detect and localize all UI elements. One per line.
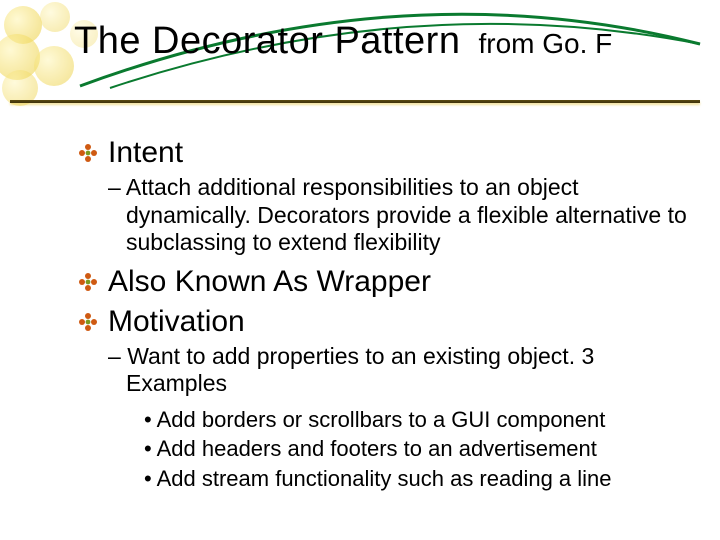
bullet-motivation: Motivation xyxy=(78,305,690,339)
title-underline xyxy=(10,100,700,103)
slide-body: Intent Attach additional responsibilitie… xyxy=(78,130,690,494)
floral-bullet-icon xyxy=(78,272,98,292)
bullet-motivation-label: Motivation xyxy=(108,305,245,339)
motivation-example: Add stream functionality such as reading… xyxy=(144,465,690,493)
floral-bullet-icon xyxy=(78,143,98,163)
slide-title: The Decorator Pattern xyxy=(74,20,460,63)
floral-bullet-icon xyxy=(78,312,98,332)
motivation-example: Add borders or scrollbars to a GUI compo… xyxy=(144,406,690,434)
slide-subtitle: from Go. F xyxy=(478,28,612,60)
bullet-intent-label: Intent xyxy=(108,136,183,170)
motivation-detail: Want to add properties to an existing ob… xyxy=(108,343,690,398)
bullet-aka-label: Also Known As Wrapper xyxy=(108,265,431,299)
motivation-example: Add headers and footers to an advertisem… xyxy=(144,435,690,463)
intent-detail: Attach additional responsibilities to an… xyxy=(108,174,690,257)
bullet-intent: Intent xyxy=(78,136,690,170)
bullet-aka: Also Known As Wrapper xyxy=(78,265,690,299)
